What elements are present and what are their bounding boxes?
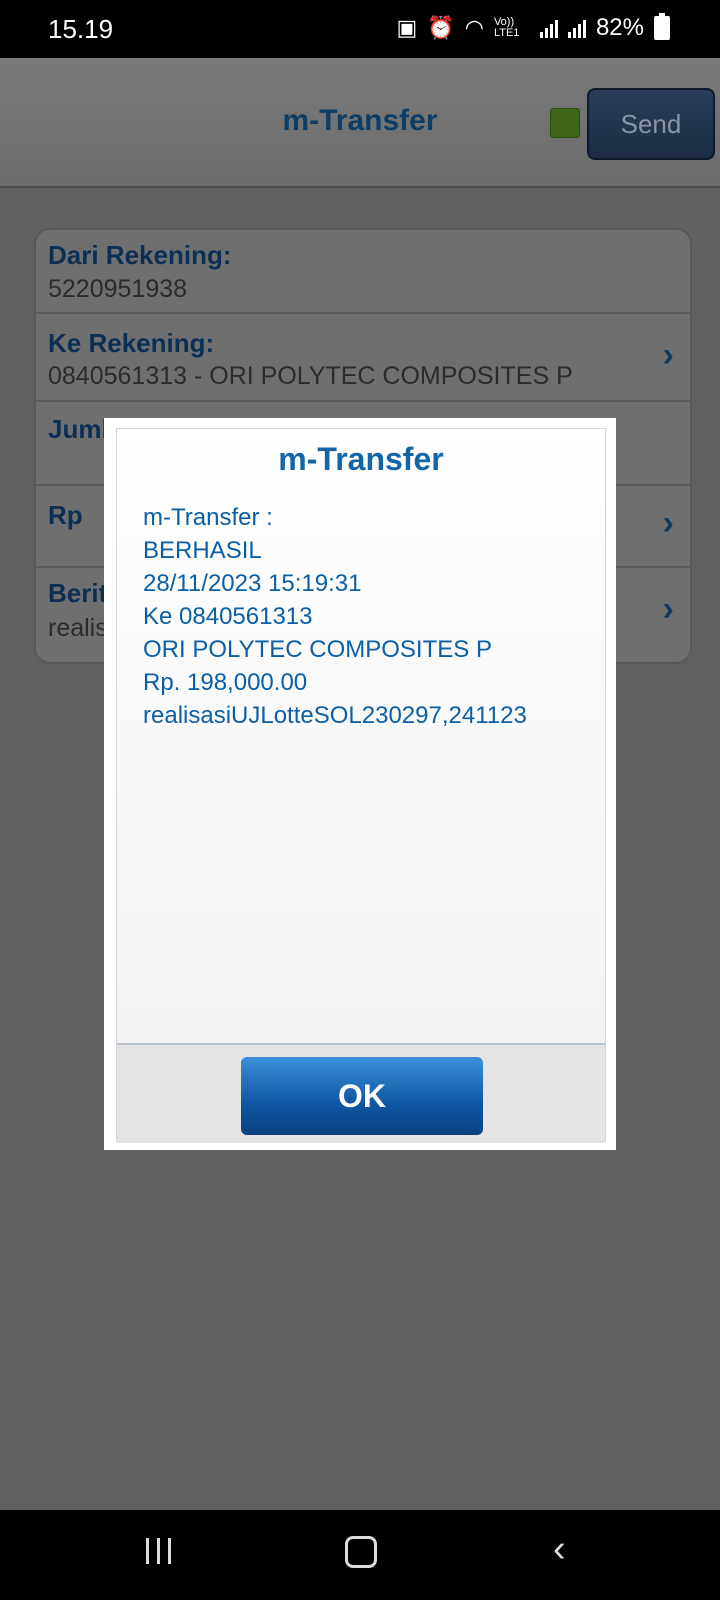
message-line: Ke 0840561313 — [143, 603, 313, 630]
chevron-right-icon: › — [662, 504, 674, 542]
notification-icon: ▣ — [396, 15, 418, 40]
from-account-value: 5220951938 — [48, 275, 188, 303]
message-line: ORI POLYTEC COMPOSITES P — [143, 636, 492, 663]
ok-button[interactable]: OK — [241, 1057, 483, 1135]
status-indicator — [550, 108, 580, 138]
result-dialog: m-Transfer m-Transfer : BERHASIL 28/11/2… — [104, 418, 616, 1150]
signal-icon-2 — [567, 18, 586, 38]
to-account-row[interactable]: Ke Rekening: 0840561313 - ORI POLYTEC CO… — [36, 314, 690, 402]
battery-icon — [654, 13, 670, 40]
status-icons: ▣ ⏰ ◠ Vo)) LTE1 82% — [396, 13, 670, 42]
signal-icon — [539, 18, 558, 38]
message-line: m-Transfer : — [143, 504, 273, 531]
home-icon[interactable] — [345, 1536, 377, 1568]
send-button[interactable]: Send — [587, 88, 715, 160]
dialog-title: m-Transfer — [278, 441, 444, 477]
status-bar: 15.19 ▣ ⏰ ◠ Vo)) LTE1 82% — [0, 0, 720, 58]
message-line: realisasiUJLotteSOL230297,241123 — [143, 702, 527, 729]
back-icon[interactable]: ‹ — [553, 1528, 566, 1571]
dialog-panel: m-Transfer m-Transfer : BERHASIL 28/11/2… — [116, 428, 606, 1143]
note-value: realis — [48, 614, 108, 642]
recent-apps-icon[interactable] — [146, 1538, 171, 1564]
status-time: 15.19 — [48, 14, 114, 44]
battery-percent: 82% — [595, 14, 644, 41]
wifi-icon: ◠ — [464, 15, 484, 40]
message-line: Rp. 198,000.00 — [143, 669, 308, 696]
app-header: m-Transfer Send — [0, 58, 720, 188]
from-account-label: Dari Rekening: — [48, 240, 232, 270]
from-account-row: Dari Rekening: 5220951938 — [36, 230, 690, 314]
chevron-right-icon: › — [662, 590, 674, 628]
currency-label: Rp — [48, 500, 83, 530]
chevron-right-icon: › — [662, 336, 674, 374]
dialog-message: m-Transfer : BERHASIL 28/11/2023 15:19:3… — [143, 501, 527, 732]
network-type-label: Vo)) LTE1 — [493, 16, 520, 39]
system-nav-bar: ‹ — [0, 1510, 720, 1600]
message-line: 28/11/2023 15:19:31 — [143, 570, 362, 597]
message-line: BERHASIL — [143, 537, 262, 564]
dialog-footer: OK — [117, 1043, 605, 1143]
alarm-icon: ⏰ — [427, 15, 455, 40]
to-account-label: Ke Rekening: — [48, 328, 215, 358]
to-account-value: 0840561313 - ORI POLYTEC COMPOSITES P — [48, 362, 573, 390]
